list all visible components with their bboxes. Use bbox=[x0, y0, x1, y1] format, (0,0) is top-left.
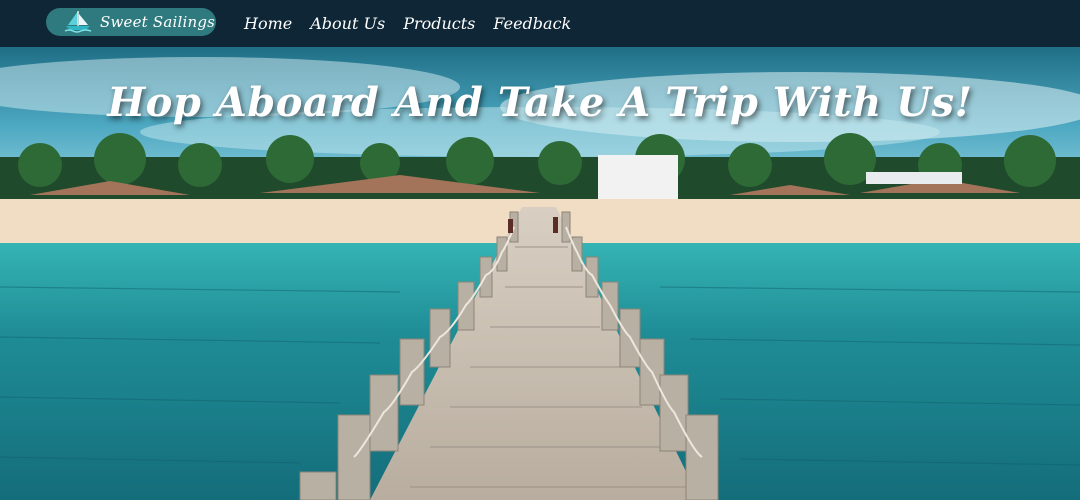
hero-title: Hop Aboard And Take A Trip With Us! bbox=[107, 79, 973, 126]
nav-products-link[interactable]: Products bbox=[403, 14, 475, 33]
nav-about-link[interactable]: About Us bbox=[310, 14, 385, 33]
main-nav: Home About Us Products Feedback bbox=[244, 0, 589, 47]
nav-home-link[interactable]: Home bbox=[244, 14, 292, 33]
nav-feedback-link[interactable]: Feedback bbox=[493, 14, 571, 33]
top-navbar: Sweet Sailings Home About Us Products Fe… bbox=[0, 0, 1080, 47]
brand-name: Sweet Sailings bbox=[100, 13, 216, 31]
sailboat-icon bbox=[64, 11, 92, 33]
brand-home-link[interactable]: Sweet Sailings bbox=[46, 8, 216, 36]
hero-section: Hop Aboard And Take A Trip With Us! bbox=[0, 47, 1080, 500]
